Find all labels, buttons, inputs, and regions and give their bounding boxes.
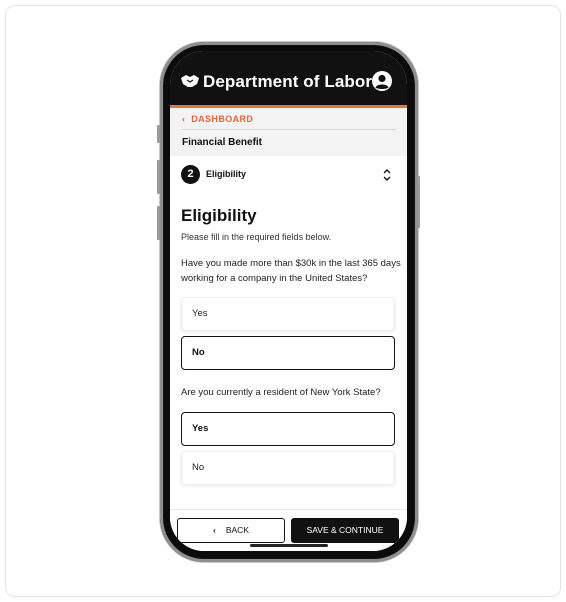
user-circle-icon[interactable] [371,70,393,92]
option-residency-yes[interactable]: Yes [181,412,395,446]
question-residency: Are you currently a resident of New York… [181,387,381,398]
back-button[interactable]: ‹ BACK [177,518,285,543]
phone-side-button [157,160,160,194]
phone-side-button [157,125,160,143]
app-header: Department of Labor [170,51,407,108]
save-continue-button[interactable]: SAVE & CONTINUE [291,518,399,543]
question-income: Have you made more than $30k in the last… [181,258,401,284]
phone-side-button [417,176,420,228]
chevron-left-icon: ‹ [182,114,186,124]
handshake-icon [181,75,199,87]
form-instructions: Please fill in the required fields below… [181,232,332,242]
step-label: Eligibility [206,169,247,179]
save-continue-label: SAVE & CONTINUE [306,525,384,535]
flow-title: Financial Benefit [182,137,263,148]
back-button-label: BACK [225,525,249,535]
breadcrumb-label: DASHBOARD [191,114,254,124]
phone-screen: Department of Labor ‹ DASHBOARD Financia… [170,51,407,551]
chevron-left-icon: ‹ [213,525,216,535]
breadcrumb: ‹ DASHBOARD Financial Benefit [170,108,407,156]
step-selector[interactable]: 2 Eligibility [170,156,407,195]
app-title: Department of Labor [203,72,373,91]
phone-side-button [157,206,160,240]
breadcrumb-link-dashboard[interactable]: ‹ DASHBOARD [182,114,253,124]
option-income-yes[interactable]: Yes [181,297,395,331]
chevron-up-down-icon [383,169,391,181]
step-number-badge: 2 [181,165,200,184]
home-indicator [250,544,328,547]
option-residency-no[interactable]: No [181,451,395,485]
page-title: Eligibility [181,206,257,225]
divider [182,129,396,130]
option-income-no[interactable]: No [181,336,395,370]
form-content: Eligibility Please fill in the required … [170,194,407,509]
